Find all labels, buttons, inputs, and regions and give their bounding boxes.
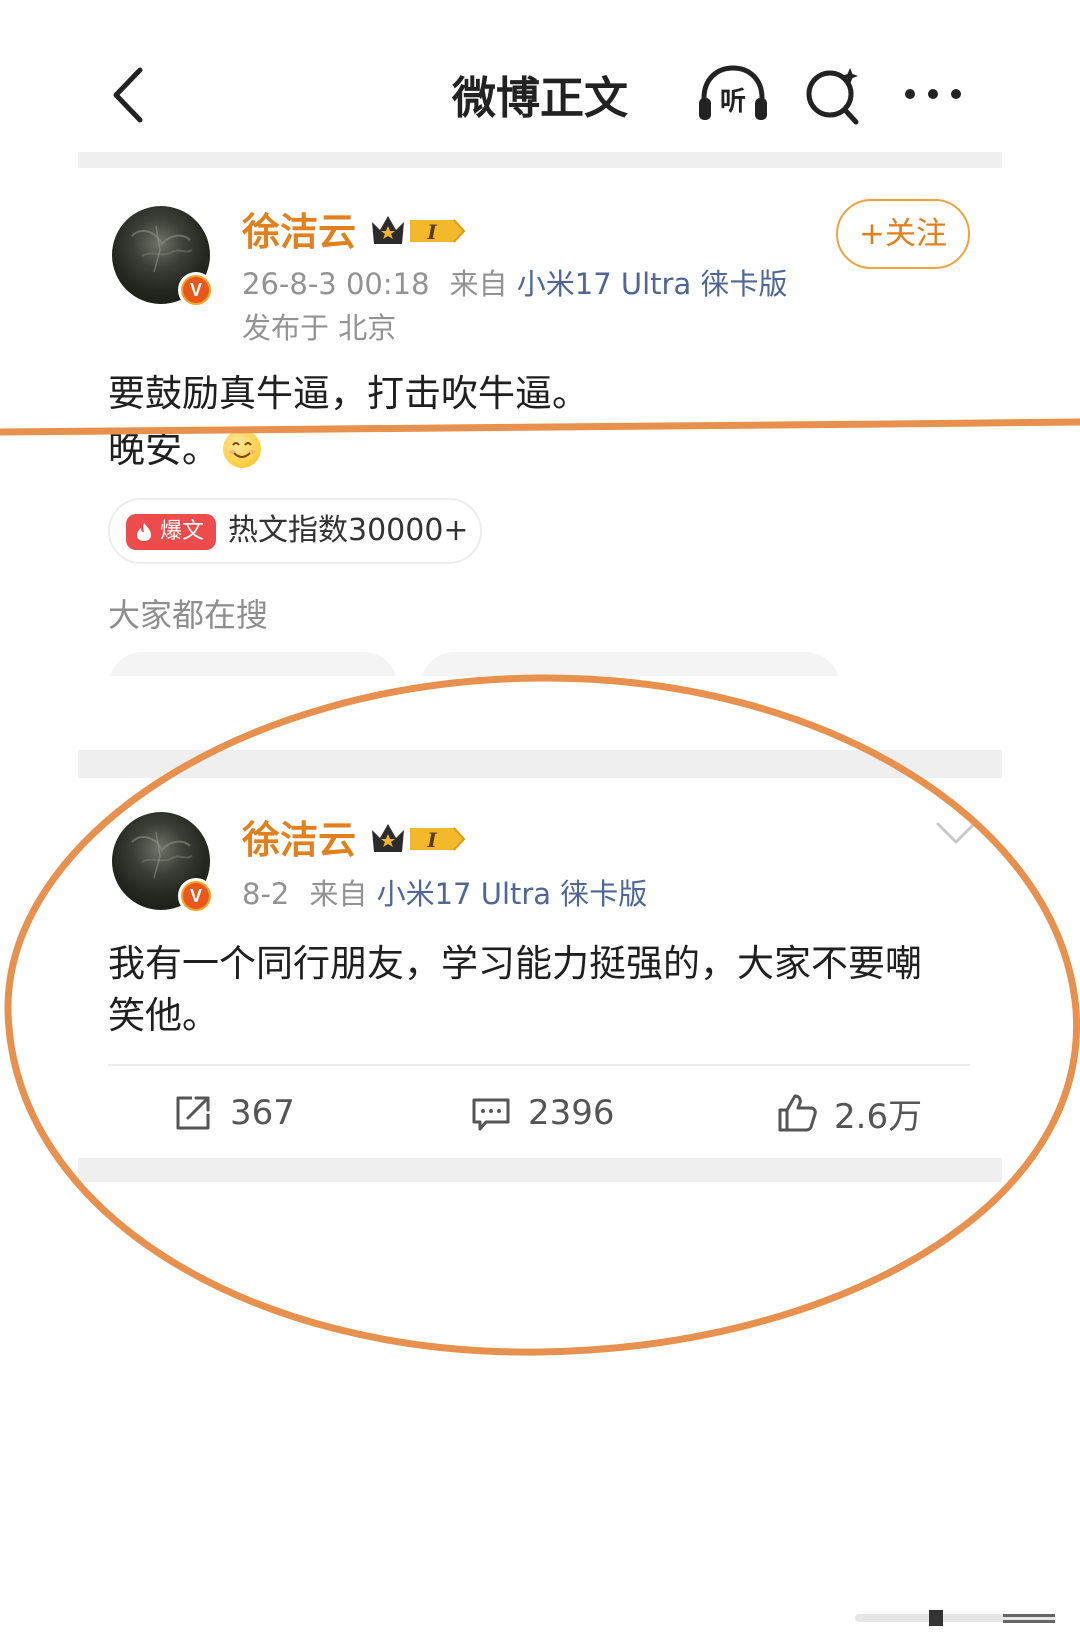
comment-button[interactable]: 2396 bbox=[470, 1086, 615, 1140]
follow-button[interactable]: +关注 bbox=[836, 199, 970, 269]
hot-badge-label: 爆文 bbox=[160, 519, 205, 544]
thumbs-up-icon bbox=[778, 1094, 817, 1132]
everyone-search-heading: 大家都在搜 bbox=[108, 596, 269, 634]
post-source[interactable]: 小米17 Ultra 徕卡版 bbox=[377, 877, 648, 911]
hot-index-label: 热文指数30000+ bbox=[228, 513, 469, 548]
post-meta: 26-8-3 00:18 来自 小米17 Ultra 徕卡版 bbox=[242, 264, 787, 304]
post-meta: 8-2 来自 小米17 Ultra 徕卡版 bbox=[242, 874, 647, 914]
repost-icon bbox=[176, 1096, 210, 1130]
crown-level-badge-icon: I bbox=[370, 820, 466, 858]
header-divider bbox=[78, 152, 1002, 168]
flame-icon bbox=[137, 523, 151, 541]
user-name[interactable]: 徐洁云 bbox=[242, 206, 356, 258]
user-name[interactable]: 徐洁云 bbox=[242, 814, 356, 866]
listen-label: 听 bbox=[720, 87, 746, 117]
comment-icon bbox=[472, 1098, 510, 1131]
smile-emoji-icon bbox=[223, 430, 261, 468]
level-number: I bbox=[426, 828, 437, 852]
post-date: 26-8-3 00:18 bbox=[242, 267, 430, 301]
comment-count: 2396 bbox=[528, 1093, 615, 1133]
back-icon[interactable] bbox=[104, 64, 158, 126]
repost-count: 367 bbox=[230, 1093, 295, 1133]
post-date: 8-2 bbox=[242, 877, 290, 911]
actions-divider bbox=[108, 1064, 970, 1066]
avatar[interactable]: V bbox=[112, 206, 214, 308]
content-cutoff bbox=[0, 676, 1080, 736]
more-options-icon[interactable] bbox=[900, 72, 966, 116]
avatar[interactable]: V bbox=[112, 812, 214, 914]
verified-badge-icon: V bbox=[178, 272, 214, 308]
level-number: I bbox=[426, 220, 437, 244]
chevron-down-icon[interactable] bbox=[934, 818, 978, 848]
hot-article-tag[interactable]: 爆文 热文指数30000+ bbox=[108, 498, 482, 564]
weibo-post-page: 微博正文 听 V 徐洁云 I 26-8-3 00:18 来自 小米17 Ultr… bbox=[0, 0, 1080, 1646]
from-label: 来自 bbox=[449, 267, 508, 301]
post-location: 发布于 北京 bbox=[242, 311, 397, 345]
like-button[interactable]: 2.6万 bbox=[776, 1086, 922, 1140]
repost-button[interactable]: 367 bbox=[172, 1086, 295, 1140]
like-count: 2.6万 bbox=[834, 1096, 923, 1137]
post-text-line: 晚安。 bbox=[108, 424, 261, 476]
post-text-line: 要鼓励真牛逼，打击吹牛逼。 bbox=[108, 372, 589, 415]
crown-level-badge-icon: I bbox=[370, 212, 466, 250]
post-separator bbox=[78, 1158, 1002, 1182]
verified-badge-icon: V bbox=[178, 878, 214, 914]
post-source[interactable]: 小米17 Ultra 徕卡版 bbox=[517, 267, 788, 301]
post-separator bbox=[78, 750, 1002, 778]
post-text-line: 笑他。 bbox=[108, 994, 219, 1037]
from-label: 来自 bbox=[309, 877, 368, 911]
hot-badge: 爆文 bbox=[126, 514, 216, 550]
page-title: 微博正文 bbox=[452, 73, 628, 124]
post-text-goodnight: 晚安。 bbox=[108, 428, 219, 471]
search-icon[interactable] bbox=[802, 64, 864, 126]
scrollbar[interactable] bbox=[855, 1610, 1055, 1626]
post-text-line: 我有一个同行朋友，学习能力挺强的，大家不要嘲 bbox=[108, 942, 922, 985]
headphones-icon[interactable]: 听 bbox=[696, 64, 770, 124]
